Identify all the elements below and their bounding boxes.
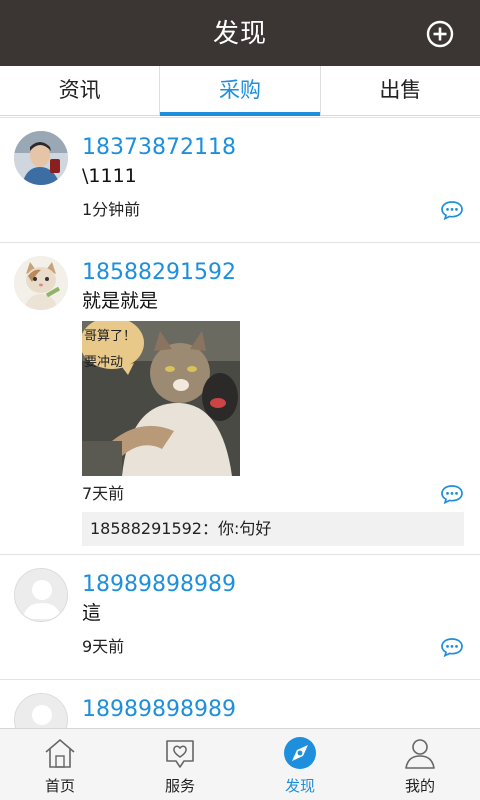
avatar[interactable] <box>14 693 68 728</box>
post-text: \1111 <box>82 165 137 187</box>
tab-purchase[interactable]: 采购 <box>159 66 320 116</box>
comment-icon[interactable] <box>440 637 464 657</box>
image-caption-line-1: 哥算了！ <box>84 329 137 344</box>
post-author[interactable]: 18989898989 <box>82 696 464 724</box>
post-author[interactable]: 18989898989 <box>82 571 464 599</box>
nav-mine-label: 我的 <box>404 777 435 795</box>
post-author[interactable]: 18588291592 <box>82 259 464 287</box>
nav-service[interactable]: 服务 <box>120 729 240 800</box>
top-bar: 发现 <box>0 0 480 66</box>
post-image[interactable]: 哥算了！ 要冲动 <box>82 321 240 476</box>
default-avatar-icon <box>15 694 67 728</box>
comment-icon[interactable] <box>440 484 464 504</box>
heart-bubble-icon <box>166 740 194 768</box>
tab-news[interactable]: 资讯 <box>0 66 159 115</box>
post-item[interactable]: 18989898989 這 9天前 <box>0 555 480 680</box>
cat-photo-image <box>82 321 240 476</box>
comment-reply[interactable]: 18588291592：你:句好 <box>82 512 464 546</box>
bottom-nav: 首页 服务 发现 我的 <box>0 728 480 800</box>
tab-sell[interactable]: 出售 <box>319 66 480 115</box>
post-feed[interactable]: 18373872118 \1111 1分钟前 18588291592 就是就是 … <box>0 117 480 728</box>
post-item[interactable]: 18989898989 <box>0 680 480 728</box>
cat-avatar-icon <box>14 256 68 310</box>
compass-icon <box>284 737 316 769</box>
photo-avatar-icon <box>14 131 68 185</box>
post-text: 就是就是 <box>82 290 159 312</box>
nav-home[interactable]: 首页 <box>0 729 120 800</box>
plus-circle-icon[interactable] <box>426 20 454 48</box>
nav-mine[interactable]: 我的 <box>360 729 480 800</box>
post-time: 9天前 <box>82 637 125 656</box>
image-caption-line-2: 要冲动 <box>84 355 124 370</box>
post-time: 1分钟前 <box>82 200 141 219</box>
post-text: 這 <box>82 602 102 624</box>
tab-bar: 资讯 采购 出售 <box>0 66 480 116</box>
default-avatar-icon <box>15 569 67 621</box>
nav-service-label: 服务 <box>164 777 195 795</box>
post-time: 7天前 <box>82 484 125 503</box>
comment-icon[interactable] <box>440 200 464 220</box>
home-icon <box>45 738 75 768</box>
nav-discover[interactable]: 发现 <box>240 729 360 800</box>
nav-discover-label: 发现 <box>284 777 315 795</box>
page-title: 发现 <box>212 19 267 49</box>
person-icon <box>405 739 435 769</box>
avatar[interactable] <box>14 568 68 622</box>
post-author[interactable]: 18373872118 <box>82 134 464 162</box>
avatar[interactable] <box>14 256 68 310</box>
avatar[interactable] <box>14 131 68 185</box>
nav-home-label: 首页 <box>44 777 75 795</box>
post-item[interactable]: 18373872118 \1111 1分钟前 <box>0 118 480 243</box>
post-item[interactable]: 18588291592 就是就是 哥算了！ 要冲动 7天前 1858829159… <box>0 243 480 555</box>
